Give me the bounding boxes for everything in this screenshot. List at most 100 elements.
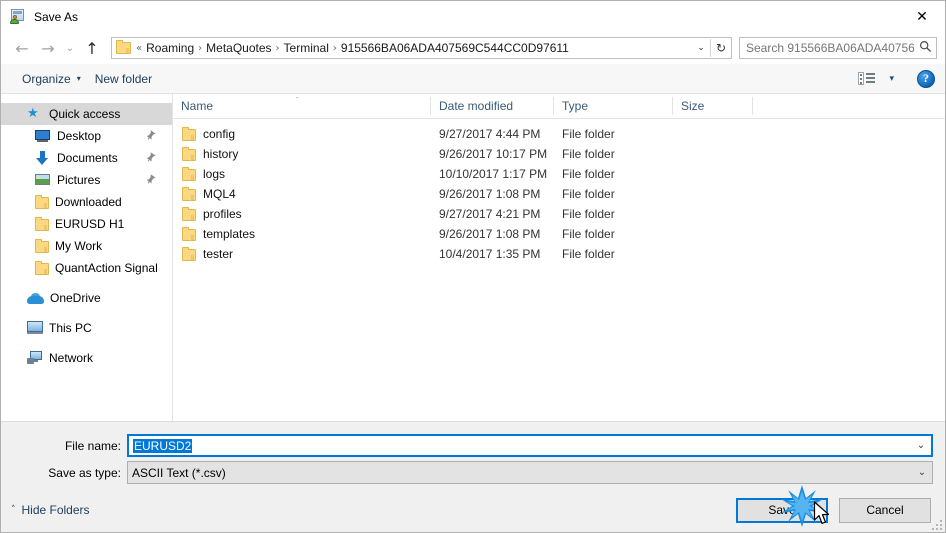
- refresh-icon[interactable]: ↻: [711, 41, 731, 55]
- new-folder-button[interactable]: New folder: [88, 68, 159, 90]
- column-header-filler: [753, 97, 945, 115]
- file-list-pane: Name ˄ Date modified Type Size config 9/2…: [173, 94, 945, 421]
- cell-date-modified: 9/26/2017 1:08 PM: [439, 187, 541, 201]
- sidebar-item-label: QuantAction Signal: [55, 261, 158, 275]
- sidebar-item-network[interactable]: Network: [1, 347, 172, 369]
- file-name-text: templates: [203, 227, 256, 241]
- table-row[interactable]: templates 9/26/2017 1:08 PM File folder: [173, 224, 945, 244]
- onedrive-icon: [27, 292, 44, 305]
- chevron-down-icon: ▾: [889, 73, 894, 84]
- hide-folders-button[interactable]: ˄ Hide Folders: [11, 503, 90, 517]
- sidebar-item-this-pc[interactable]: This PC: [1, 317, 172, 339]
- file-name-row: File name: EURUSD2 ⌄: [1, 434, 945, 457]
- folder-icon: [182, 127, 196, 141]
- cell-date-modified: 10/10/2017 1:17 PM: [439, 167, 548, 181]
- column-header-size[interactable]: Size: [673, 97, 753, 115]
- sidebar-item-label: EURUSD H1: [55, 217, 125, 231]
- sidebar-item-documents[interactable]: Documents: [1, 147, 172, 169]
- sidebar-item-label: Network: [49, 351, 94, 365]
- sidebar-item-eurusd-h1[interactable]: EURUSD H1: [1, 213, 172, 235]
- sidebar-item-label: Desktop: [57, 129, 102, 143]
- sidebar-item-quantaction-signal[interactable]: QuantAction Signal: [1, 257, 172, 279]
- up-arrow-icon: ↑: [85, 38, 99, 58]
- star-icon: ★: [27, 106, 39, 121]
- table-row[interactable]: config 9/27/2017 4:44 PM File folder: [173, 124, 945, 144]
- resize-grip[interactable]: [930, 518, 942, 530]
- folder-icon: [182, 227, 196, 241]
- table-row[interactable]: tester 10/4/2017 1:35 PM File folder: [173, 244, 945, 264]
- file-name-input[interactable]: EURUSD2: [129, 438, 911, 453]
- save-as-dialog: Save As ✕ ← → ⌄ ↑ « Roaming › MetaQuotes…: [0, 0, 946, 533]
- sidebar-item-pictures[interactable]: Pictures: [1, 169, 172, 191]
- pin-icon: [142, 172, 158, 188]
- chevron-down-icon: ⌄: [65, 42, 75, 54]
- navigation-pane: ★ Quick access Desktop Documents Picture…: [1, 94, 173, 421]
- folder-icon: [182, 247, 196, 261]
- file-name-label: File name:: [64, 438, 121, 453]
- column-header-name[interactable]: Name ˄: [173, 97, 431, 115]
- sidebar-item-downloaded[interactable]: Downloaded: [1, 191, 172, 213]
- column-header-date-modified[interactable]: Date modified: [431, 97, 554, 115]
- cell-name: tester: [173, 247, 431, 261]
- cell-type: File folder: [562, 207, 615, 221]
- sidebar-item-my-work[interactable]: My Work: [1, 235, 172, 257]
- folder-icon: [35, 239, 49, 253]
- folder-icon: [35, 195, 49, 209]
- recent-locations-button[interactable]: ⌄: [61, 35, 79, 61]
- dialog-footer: ˄ Hide Folders Save Cancel: [1, 488, 945, 532]
- cancel-button[interactable]: Cancel: [839, 497, 931, 523]
- address-bar[interactable]: « Roaming › MetaQuotes › Terminal › 9155…: [111, 37, 732, 59]
- sort-ascending-icon: ˄: [295, 97, 300, 106]
- organize-button[interactable]: Organize ▾: [15, 68, 88, 90]
- help-button[interactable]: ?: [917, 69, 935, 88]
- back-button[interactable]: ←: [9, 35, 35, 61]
- save-button[interactable]: Save: [736, 497, 828, 523]
- table-row[interactable]: logs 10/10/2017 1:17 PM File folder: [173, 164, 945, 184]
- table-row[interactable]: history 9/26/2017 10:17 PM File folder: [173, 144, 945, 164]
- address-dropdown-icon[interactable]: ⌄: [692, 43, 710, 53]
- forward-button[interactable]: →: [35, 35, 61, 61]
- sidebar-item-label: Documents: [57, 151, 118, 165]
- save-as-type-row: Save as type: ASCII Text (*.csv) ⌄: [1, 461, 945, 484]
- table-row[interactable]: profiles 9/27/2017 4:21 PM File folder: [173, 204, 945, 224]
- breadcrumb-roaming[interactable]: Roaming: [143, 41, 197, 55]
- sidebar-item-quick-access[interactable]: ★ Quick access: [1, 103, 172, 125]
- this-pc-icon: [27, 321, 43, 335]
- up-button[interactable]: ↑: [79, 35, 105, 61]
- folder-icon: [182, 207, 196, 221]
- title-bar: Save As ✕: [1, 1, 945, 32]
- folder-icon: [35, 217, 49, 231]
- sidebar-item-onedrive[interactable]: OneDrive: [1, 287, 172, 309]
- cell-date-modified: 10/4/2017 1:35 PM: [439, 247, 541, 261]
- cancel-button-label: Cancel: [866, 503, 904, 517]
- search-glyph: [919, 40, 931, 53]
- column-header-type[interactable]: Type: [554, 97, 673, 115]
- search-box[interactable]: Search 915566BA06ADA40756...: [739, 37, 937, 59]
- save-as-icon: [10, 8, 26, 25]
- breadcrumb-terminal[interactable]: Terminal: [281, 41, 332, 55]
- new-folder-label: New folder: [94, 71, 153, 86]
- search-icon: [914, 40, 936, 56]
- file-name-combo[interactable]: EURUSD2 ⌄: [127, 434, 933, 457]
- change-view-button[interactable]: ▾: [851, 68, 909, 89]
- save-as-type-dropdown-icon[interactable]: ⌄: [912, 467, 932, 478]
- search-input[interactable]: Search 915566BA06ADA40756...: [740, 41, 914, 55]
- file-name-dropdown-icon[interactable]: ⌄: [911, 440, 931, 451]
- breadcrumb-overflow-icon[interactable]: «: [135, 43, 143, 54]
- file-name-text: config: [203, 127, 236, 141]
- save-as-type-combo[interactable]: ASCII Text (*.csv) ⌄: [127, 461, 933, 484]
- sidebar-item-label: My Work: [55, 239, 103, 253]
- table-row[interactable]: MQL4 9/26/2017 1:08 PM File folder: [173, 184, 945, 204]
- column-header-label: Name: [181, 99, 214, 113]
- sidebar-item-label: Pictures: [57, 173, 101, 187]
- cell-date-modified: 9/26/2017 1:08 PM: [439, 227, 541, 241]
- close-button[interactable]: ✕: [899, 1, 945, 32]
- breadcrumb-current-folder[interactable]: 915566BA06ADA407569C544CC0D97611: [338, 41, 572, 55]
- column-header-label: Date modified: [439, 99, 514, 113]
- cell-name: MQL4: [173, 187, 431, 201]
- window-title: Save As: [34, 9, 79, 24]
- breadcrumb-metaquotes[interactable]: MetaQuotes: [203, 41, 274, 55]
- sidebar-item-desktop[interactable]: Desktop: [1, 125, 172, 147]
